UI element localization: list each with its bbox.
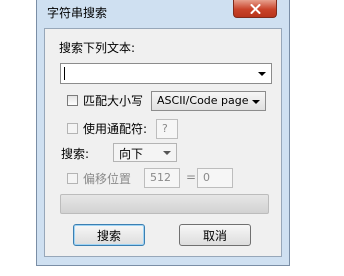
encoding-select[interactable]: ASCII/Code page — [151, 91, 266, 111]
search-button[interactable]: 搜索 — [73, 224, 145, 246]
close-button[interactable] — [233, 0, 277, 18]
cancel-button[interactable]: 取消 — [179, 224, 251, 246]
direction-label: 搜索: — [61, 147, 90, 161]
search-dialog-window: 字符串搜索 搜索下列文本: 匹配大小写 ASCII/Code page 使用通配… — [36, 0, 290, 266]
chevron-down-icon[interactable] — [258, 72, 266, 76]
offset-end-field[interactable]: 0 — [197, 168, 233, 188]
direction-select-value: 向下 — [119, 147, 144, 161]
chevron-down-icon[interactable] — [252, 100, 260, 104]
match-case-checkbox[interactable] — [67, 95, 78, 106]
direction-select[interactable]: 向下 — [113, 143, 177, 162]
close-icon — [250, 3, 260, 14]
search-progress-bar — [60, 194, 269, 214]
wildcard-checkbox[interactable] — [67, 123, 78, 134]
search-text-label: 搜索下列文本: — [59, 41, 136, 55]
chevron-down-icon[interactable] — [163, 151, 171, 155]
offset-checkbox[interactable] — [67, 173, 78, 184]
text-caret — [64, 67, 65, 80]
wildcard-label: 使用通配符: — [83, 122, 148, 136]
offset-start-field[interactable]: 512 — [144, 168, 180, 188]
wildcard-char-field[interactable]: ? — [156, 119, 178, 139]
window-title: 字符串搜索 — [47, 6, 108, 20]
offset-separator: = — [186, 170, 197, 184]
encoding-select-value: ASCII/Code page — [157, 94, 249, 107]
match-case-label: 匹配大小写 — [83, 94, 144, 108]
offset-label: 偏移位置 — [83, 172, 132, 186]
dialog-body: 搜索下列文本: 匹配大小写 ASCII/Code page 使用通配符: ? 搜… — [44, 28, 282, 257]
search-text-input[interactable] — [60, 63, 272, 84]
